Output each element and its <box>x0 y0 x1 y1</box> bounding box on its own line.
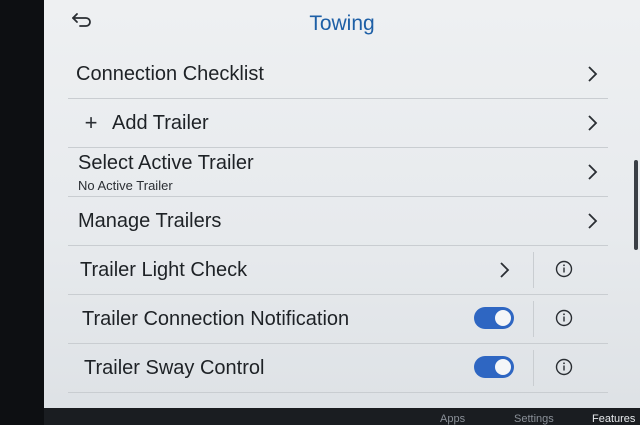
chevron-right-icon <box>494 260 514 280</box>
row-trailer-light-check[interactable]: Trailer Light Check <box>68 246 608 295</box>
toggle-switch[interactable] <box>474 307 514 329</box>
chevron-right-icon <box>582 64 602 84</box>
info-icon[interactable] <box>554 308 574 328</box>
row-add-trailer[interactable]: + Add Trailer <box>68 99 608 148</box>
chevron-right-icon <box>582 211 602 231</box>
row-label: Add Trailer <box>112 111 209 134</box>
bottom-nav: Apps Settings Features <box>44 408 640 425</box>
row-label: Manage Trailers <box>78 209 222 232</box>
row-label: Connection Checklist <box>76 62 264 85</box>
chevron-right-icon <box>582 162 602 182</box>
divider <box>533 350 534 386</box>
bottom-tab-features[interactable]: Features <box>592 413 635 425</box>
row-trailer-sway-control[interactable]: Trailer Sway Control <box>68 344 608 393</box>
info-icon[interactable] <box>554 357 574 377</box>
chevron-right-icon <box>582 113 602 133</box>
row-trailer-connection-notification[interactable]: Trailer Connection Notification <box>68 295 608 344</box>
header: Towing <box>44 0 640 52</box>
divider <box>533 301 534 337</box>
scrollbar[interactable] <box>634 160 638 250</box>
plus-icon: + <box>84 110 98 135</box>
page-title: Towing <box>309 12 375 35</box>
bottom-tab-apps[interactable]: Apps <box>440 413 465 425</box>
divider <box>533 252 534 288</box>
row-label: Trailer Sway Control <box>84 356 265 379</box>
row-manage-trailers[interactable]: Manage Trailers <box>68 197 608 246</box>
toggle-knob <box>495 310 511 326</box>
toggle-knob <box>495 359 511 375</box>
row-main: Select Active Trailer No Active Trailer <box>68 152 254 193</box>
row-label: Trailer Light Check <box>80 258 248 281</box>
towing-screen: Towing Connection Checklist + Add Traile… <box>44 0 640 425</box>
row-label: Trailer Connection Notification <box>82 307 350 330</box>
toggle-switch[interactable] <box>474 356 514 378</box>
row-label: Select Active Trailer <box>78 151 254 174</box>
row-select-active-trailer[interactable]: Select Active Trailer No Active Trailer <box>68 148 608 197</box>
info-icon[interactable] <box>554 259 574 279</box>
bottom-tab-settings[interactable]: Settings <box>514 413 554 425</box>
row-subtext: No Active Trailer <box>78 177 173 193</box>
row-connection-checklist[interactable]: Connection Checklist <box>68 50 608 99</box>
settings-list: Connection Checklist + Add Trailer Selec… <box>68 50 608 393</box>
